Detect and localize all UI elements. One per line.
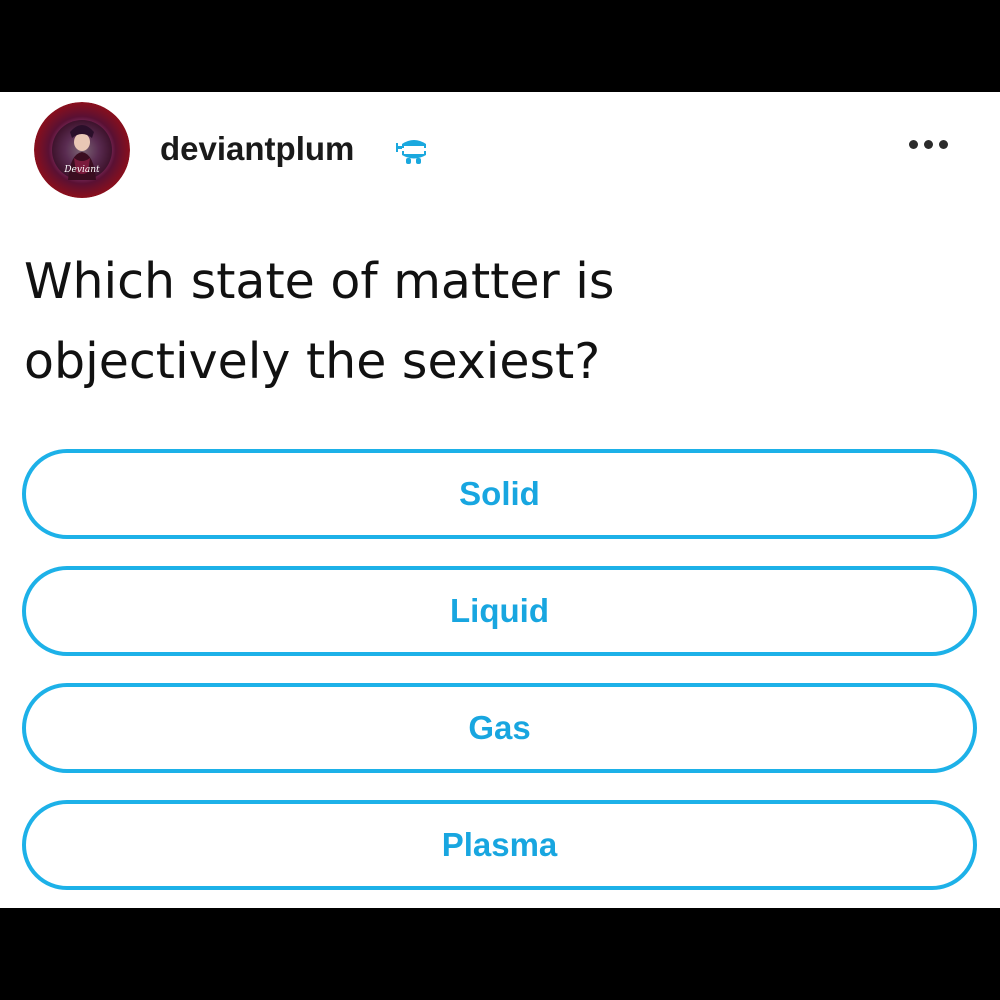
poll-option-liquid[interactable]: Liquid: [22, 566, 977, 656]
poll-question: Which state of matter is objectively the…: [24, 242, 964, 402]
svg-text:Deviant: Deviant: [63, 165, 100, 175]
username[interactable]: deviantplum: [160, 130, 354, 168]
wind-up-teeth-icon: [396, 132, 432, 168]
dot: [909, 140, 918, 149]
poll-option-plasma[interactable]: Plasma: [22, 800, 977, 890]
question-line-1: Which state of matter is: [24, 253, 615, 310]
post-header: Deviant deviantplum: [0, 92, 1000, 212]
poll-option-solid[interactable]: Solid: [22, 449, 977, 539]
more-options-icon[interactable]: [909, 140, 948, 149]
question-line-2: objectively the sexiest?: [24, 333, 601, 390]
post-card: Deviant deviantplum Which state of matte…: [0, 92, 1000, 908]
user-avatar-icon[interactable]: Deviant: [34, 102, 130, 198]
poll-options: Solid Liquid Gas Plasma: [22, 449, 977, 917]
poll-option-gas[interactable]: Gas: [22, 683, 977, 773]
dot: [924, 140, 933, 149]
dot: [939, 140, 948, 149]
